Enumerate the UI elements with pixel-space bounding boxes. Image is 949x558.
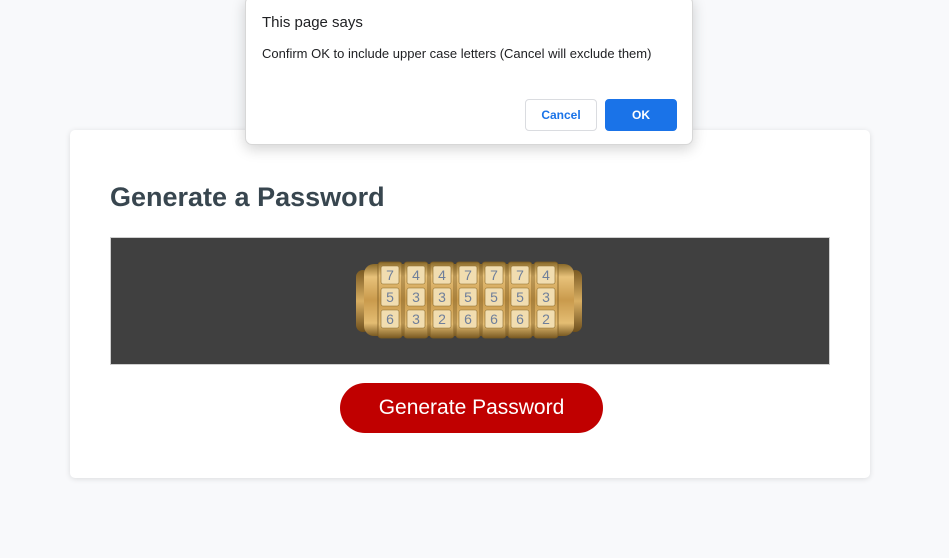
cryptex-digit: 6	[490, 311, 498, 327]
cryptex-digit: 4	[412, 267, 420, 283]
cryptex-digit: 7	[386, 267, 394, 283]
cryptex-digit: 5	[490, 289, 498, 305]
cryptex-digit: 7	[516, 267, 524, 283]
cryptex-digit: 3	[438, 289, 446, 305]
dialog-message: Confirm OK to include upper case letters…	[262, 46, 652, 61]
password-display: 7 5 6 4 3 3 4 3 2 7 5 6 7 5 6 7 5 6 4 3 2	[110, 237, 830, 365]
alert-dialog: This page says Confirm OK to include upp…	[245, 0, 693, 145]
cryptex-digit: 3	[542, 289, 550, 305]
cryptex-digit: 2	[542, 311, 550, 327]
cryptex-digit: 3	[412, 311, 420, 327]
generate-password-button[interactable]: Generate Password	[340, 383, 603, 433]
cryptex-digit: 5	[516, 289, 524, 305]
cryptex-digit: 2	[438, 311, 446, 327]
cryptex-digit: 6	[386, 311, 394, 327]
cryptex-digit: 3	[412, 289, 420, 305]
cryptex-digit: 6	[464, 311, 472, 327]
ok-button[interactable]: OK	[605, 99, 677, 131]
cryptex-digit: 7	[490, 267, 498, 283]
password-card: Generate a Password 7 5 6 4 3 3 4 3 2 7 5 6 7…	[70, 130, 870, 478]
cryptex-digit: 4	[438, 267, 446, 283]
cryptex-digit: 5	[464, 289, 472, 305]
cryptex-lock-icon: 7 5 6 4 3 3 4 3 2 7 5 6 7 5 6 7 5 6 4 3 2	[356, 261, 582, 339]
dialog-title: This page says	[262, 14, 363, 31]
cryptex-digit: 5	[386, 289, 394, 305]
cryptex-digit: 7	[464, 267, 472, 283]
cryptex-digit: 6	[516, 311, 524, 327]
page-title: Generate a Password	[110, 182, 385, 212]
cryptex-digit: 4	[542, 267, 550, 283]
cancel-button[interactable]: Cancel	[525, 99, 597, 131]
